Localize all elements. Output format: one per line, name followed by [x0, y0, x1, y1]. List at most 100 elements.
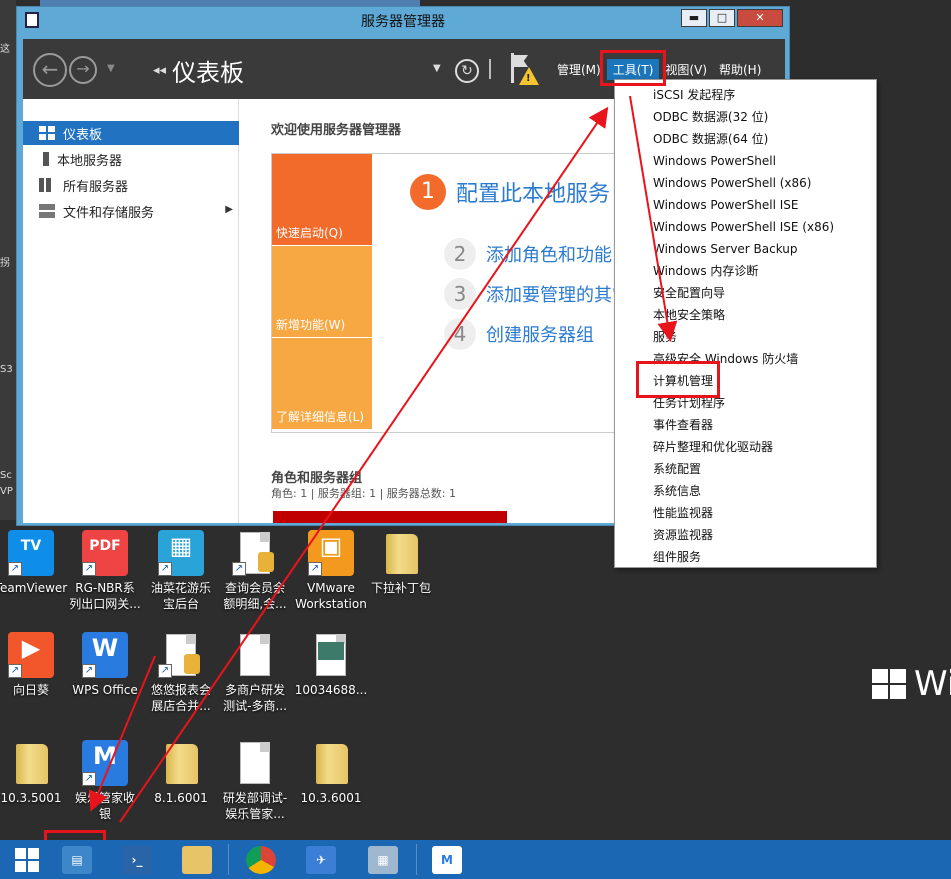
tools-menu-item[interactable]: 本地安全策略	[615, 304, 876, 326]
menu-bar: 管理(M) 工具(T) 视图(V) 帮助(H)	[551, 59, 767, 80]
back-button[interactable]: ←	[33, 53, 67, 87]
step-create-server-group[interactable]: 4 创建服务器组	[444, 318, 594, 350]
desktop-icon-label: 10.3.5001	[0, 791, 62, 805]
desktop-icon[interactable]: ↗ 悠悠报表会 展店合并...	[142, 632, 220, 714]
tools-menu-item[interactable]: Windows PowerShell (x86)	[615, 172, 876, 194]
desktop-icon[interactable]: TV ↗ TeamViewer	[0, 530, 70, 596]
taskbar-chrome[interactable]	[234, 840, 288, 879]
history-dropdown-icon[interactable]: ▼	[107, 63, 115, 74]
window-title: 服务器管理器	[361, 14, 445, 30]
role-status-bar[interactable]	[273, 511, 507, 523]
tools-menu-item[interactable]: 事件查看器	[615, 414, 876, 436]
step-label: 配置此本地服务	[456, 182, 611, 207]
taskbar-feishu[interactable]: ✈	[294, 840, 348, 879]
desktop-icon[interactable]: 研发部调试- 娱乐管家...	[216, 740, 294, 822]
file-icon	[232, 740, 278, 786]
desktop-icon[interactable]: 10.3.6001	[292, 740, 370, 806]
pdf-icon: PDF ↗	[82, 530, 128, 576]
dropdown-arrow-icon[interactable]: ▼	[433, 63, 441, 74]
desktop-icon[interactable]: 8.1.6001	[142, 740, 220, 806]
windows-brand-text: Wi	[914, 664, 951, 704]
sidebar: 仪表板 本地服务器所有服务器文件和存储服务 ▶	[23, 99, 239, 523]
desktop-icon-label: 8.1.6001	[154, 791, 208, 805]
desktop-icon[interactable]: ↗ 查询会员余 额明细,会...	[216, 530, 294, 612]
tools-menu-item[interactable]: Windows PowerShell ISE	[615, 194, 876, 216]
tools-menu-item[interactable]: ODBC 数据源(64 位)	[615, 128, 876, 150]
folder-icon	[308, 740, 354, 786]
sidebar-item-local-server[interactable]: 本地服务器	[23, 147, 239, 171]
tools-menu-item[interactable]: 任务计划程序	[615, 392, 876, 414]
taskbar-file-explorer[interactable]	[170, 840, 224, 879]
taskbar-powershell[interactable]: ›_	[110, 840, 164, 879]
desktop-icon[interactable]: 10.3.5001	[0, 740, 70, 806]
tools-menu-item[interactable]: 性能监视器	[615, 502, 876, 524]
tools-menu-item[interactable]: 系统信息	[615, 480, 876, 502]
tile-label: 了解详细信息(L)	[276, 410, 365, 424]
desktop-icon[interactable]: ▦ ↗ 油菜花游乐 宝后台	[142, 530, 220, 612]
server-icon	[43, 152, 49, 166]
minimize-button[interactable]: ▬	[681, 9, 707, 27]
tools-menu-item[interactable]: 系统配置	[615, 458, 876, 480]
notifications-flag-icon[interactable]: !	[509, 53, 539, 87]
desktop-icon[interactable]: PDF ↗ RG-NBR系 列出口网关...	[66, 530, 144, 612]
desktop-fragment: 拐	[0, 258, 10, 269]
quick-start-panel: 快速启动(Q) 新增功能(W) 了解详细信息(L) 1 配置此本地服务 2 添加角色和功能 3…	[271, 153, 631, 433]
sidebar-item-file-storage[interactable]: 文件和存储服务 ▶	[23, 199, 239, 223]
desktop-fragment: Sc	[0, 470, 12, 481]
bird-app-icon: ✈	[306, 845, 336, 874]
quick-start-tile[interactable]: 快速启动(Q)	[272, 154, 372, 245]
step-add-servers[interactable]: 3 添加要管理的其它	[444, 278, 630, 310]
menu-view[interactable]: 视图(V)	[659, 59, 713, 80]
menu-manage[interactable]: 管理(M)	[551, 59, 607, 80]
desktop-icon[interactable]: W ↗ WPS Office	[66, 632, 144, 698]
tools-menu-item[interactable]: ODBC 数据源(32 位)	[615, 106, 876, 128]
menu-tools[interactable]: 工具(T)	[606, 59, 660, 80]
taskbar-separator	[416, 844, 417, 875]
tools-menu-item[interactable]: Windows Server Backup	[615, 238, 876, 260]
desktop-icon[interactable]: ▶ ↗ 向日葵	[0, 632, 70, 698]
tools-menu-item[interactable]: Windows PowerShell ISE (x86)	[615, 216, 876, 238]
close-button[interactable]: ✕	[737, 9, 783, 27]
file-icon	[232, 632, 278, 678]
sidebar-item-all-servers[interactable]: 所有服务器	[23, 173, 239, 197]
desktop-icon[interactable]: ▣ ↗ VMware Workstation	[292, 530, 370, 612]
roles-summary: 角色: 1 | 服务器组: 1 | 服务器总数: 1	[271, 487, 457, 500]
title-bar[interactable]: 服务器管理器 ▬ □ ✕	[17, 7, 789, 35]
taskbar-yule[interactable]: M	[420, 840, 474, 879]
sidebar-item-label: 所有服务器	[63, 179, 129, 195]
taskbar-separator	[228, 844, 229, 875]
tools-menu-item[interactable]: Windows PowerShell	[615, 150, 876, 172]
start-button[interactable]	[0, 840, 54, 879]
desktop-icon[interactable]: 多商户研发 测试-多商...	[216, 632, 294, 714]
refresh-button[interactable]: ↻	[455, 59, 479, 83]
sidebar-item-dashboard[interactable]: 仪表板	[23, 121, 239, 145]
tools-menu-item[interactable]: 安全配置向导	[615, 282, 876, 304]
desktop-icon[interactable]: 10034688...	[292, 632, 370, 698]
tools-menu-item[interactable]: 高级安全 Windows 防火墙	[615, 348, 876, 370]
desktop-icon[interactable]: 下拉补丁包	[362, 530, 440, 596]
desktop-icon-label: 向日葵	[12, 683, 49, 697]
desktop-icon[interactable]: M ↗ 娱乐管家收 银	[66, 740, 144, 822]
taskbar-network[interactable]: ▦	[356, 840, 410, 879]
menu-help[interactable]: 帮助(H)	[713, 59, 767, 80]
maximize-button[interactable]: □	[709, 9, 735, 27]
tools-menu-item[interactable]: 计算机管理	[615, 370, 876, 392]
tools-menu-item[interactable]: Windows 内存诊断	[615, 260, 876, 282]
tools-menu-item[interactable]: 服务	[615, 326, 876, 348]
tools-menu-item[interactable]: 资源监视器	[615, 524, 876, 546]
tools-menu-item[interactable]: iSCSI 发起程序	[615, 84, 876, 106]
step-configure-local-server[interactable]: 1 配置此本地服务	[410, 174, 610, 210]
learn-more-tile[interactable]: 了解详细信息(L)	[272, 338, 372, 429]
step-add-roles[interactable]: 2 添加角色和功能	[444, 238, 612, 270]
windows-brand: Wi	[872, 664, 951, 704]
forward-button[interactable]: →	[69, 56, 97, 84]
tools-menu-item[interactable]: 碎片整理和优化驱动器	[615, 436, 876, 458]
expand-arrow-icon[interactable]: ▶	[225, 204, 233, 215]
folder-icon	[158, 740, 204, 786]
step-label: 添加角色和功能	[486, 245, 612, 266]
whats-new-tile[interactable]: 新增功能(W)	[272, 246, 372, 337]
tools-menu-item[interactable]: 组件服务	[615, 546, 876, 568]
taskbar-server-manager[interactable]: ▤	[50, 840, 104, 879]
desktop-icon-label: 10034688...	[294, 683, 368, 697]
desktop-fragment: 这	[0, 44, 10, 55]
